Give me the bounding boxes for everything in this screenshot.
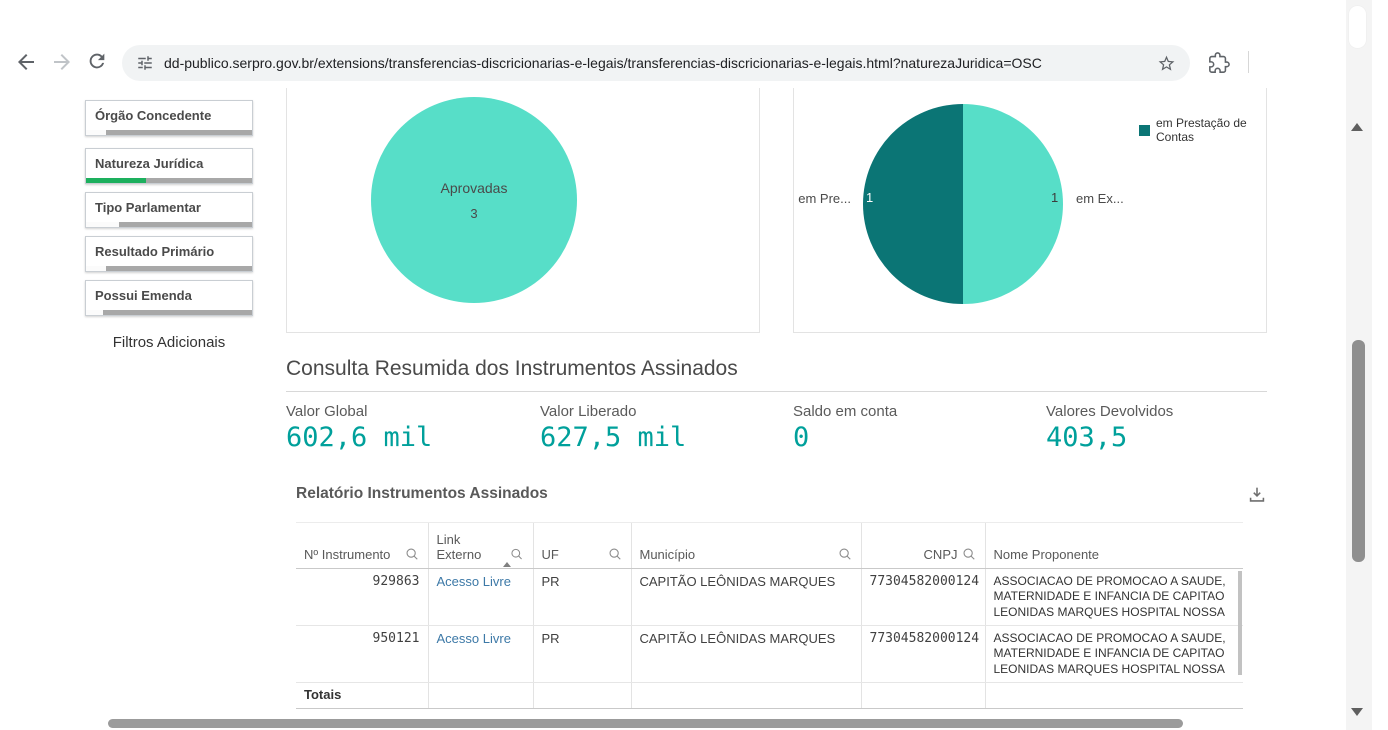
table-row[interactable]: 929863 Acesso Livre PR CAPITÃO LEÔNIDAS … [296,569,1243,626]
pie-slice-label: em Pre... [795,191,851,206]
forward-button[interactable] [50,50,74,74]
cell-link-externo: Acesso Livre [428,569,533,626]
kpi-label-valores-devolvidos: Valores Devolvidos [1046,403,1173,420]
kpi-value-valor-global: 602,6 mil [286,422,432,453]
filter-possui-emenda[interactable]: Possui Emenda [85,280,253,316]
col-header-label: CNPJ [924,547,958,562]
table-header-row: Nº Instrumento Link Externo [296,523,1243,569]
totals-label: Totais [296,683,428,709]
horizontal-scrollbar-thumb[interactable] [108,719,1183,728]
cell-municipio: CAPITÃO LEÔNIDAS MARQUES [631,626,861,683]
pie-chart-aprovadas[interactable] [371,97,577,303]
pie-slice-value: 3 [371,206,577,221]
window-scrollbar-thumb[interactable] [1349,6,1366,48]
legend-label[interactable]: em Prestação de Contas [1156,117,1261,145]
filter-label: Órgão Concedente [86,101,252,123]
cell-cnpj: 77304582000124 [861,626,985,683]
pie-slice-value: 1 [866,190,873,205]
kpi-label-valor-global: Valor Global [286,403,367,420]
cell-instrumento: 929863 [296,569,428,626]
filter-label: Possui Emenda [86,281,252,303]
section-title: Consulta Resumida dos Instrumentos Assin… [286,357,738,381]
cell-municipio: CAPITÃO LEÔNIDAS MARQUES [631,569,861,626]
cell-uf: PR [533,626,631,683]
forward-arrow-icon [50,50,74,74]
table-scrollbar-thumb[interactable] [1238,571,1242,675]
kpi-value-saldo-em-conta: 0 [793,422,809,453]
search-icon[interactable] [838,547,853,562]
col-header-municipio[interactable]: Município [631,523,861,569]
scroll-up-arrow-icon[interactable] [1351,123,1363,131]
filter-orgao-concedente[interactable]: Órgão Concedente [85,100,253,136]
bookmark-star-icon[interactable] [1157,54,1176,73]
selection-state-bar [86,130,252,135]
kpi-value-valor-liberado: 627,5 mil [540,422,686,453]
selection-state-bar [86,310,252,315]
col-header-label: Município [640,547,696,562]
cell-proponente: ASSOCIACAO DE PROMOCAO A SAUDE, MATERNID… [985,626,1243,683]
legend-swatch[interactable] [1139,125,1150,136]
cell-cnpj: 77304582000124 [861,569,985,626]
back-arrow-icon [14,50,38,74]
filter-label: Natureza Jurídica [86,149,252,171]
filter-natureza-juridica[interactable]: Natureza Jurídica [85,148,253,184]
col-header-link-externo[interactable]: Link Externo [428,523,533,569]
table-row[interactable]: 950121 Acesso Livre PR CAPITÃO LEÔNIDAS … [296,626,1243,683]
pie-chart-execucao[interactable] [863,104,1063,304]
toolbar-divider [1248,51,1249,73]
col-header-cnpj[interactable]: CNPJ [861,523,985,569]
selection-state-bar [86,222,252,227]
reload-icon [86,50,108,72]
filter-resultado-primario[interactable]: Resultado Primário [85,236,253,272]
search-icon[interactable] [608,547,623,562]
instruments-table: Nº Instrumento Link Externo [296,522,1243,709]
site-settings-icon[interactable] [136,54,154,72]
pie-slice-label: Aprovadas [371,180,577,196]
col-header-n-instrumento[interactable]: Nº Instrumento [296,523,428,569]
address-bar[interactable]: dd-publico.serpro.gov.br/extensions/tran… [122,45,1190,81]
cell-instrumento: 950121 [296,626,428,683]
pie-slice-label: em Ex... [1076,191,1124,206]
table-title: Relatório Instrumentos Assinados [296,485,548,503]
col-header-label: Link Externo [437,532,489,562]
search-icon[interactable] [510,547,524,562]
section-divider [286,391,1267,392]
pie-slice-value: 1 [1051,190,1058,205]
back-button[interactable] [14,50,38,74]
vertical-scrollbar-thumb[interactable] [1352,340,1365,562]
acesso-livre-link[interactable]: Acesso Livre [437,631,511,646]
col-header-label: Nome Proponente [994,547,1100,562]
url-text: dd-publico.serpro.gov.br/extensions/tran… [164,55,1147,71]
download-icon [1246,484,1268,506]
selection-state-bar [86,266,252,271]
search-icon[interactable] [962,547,977,562]
kpi-label-saldo-em-conta: Saldo em conta [793,403,897,420]
search-icon[interactable] [405,547,420,562]
sort-ascending-icon [503,547,511,567]
extensions-button[interactable] [1208,52,1232,76]
filtros-adicionais-button[interactable]: Filtros Adicionais [85,334,253,351]
totals-row: Totais [296,683,1243,709]
cell-uf: PR [533,569,631,626]
scroll-down-arrow-icon[interactable] [1351,708,1363,716]
puzzle-icon [1208,52,1230,74]
kpi-value-valores-devolvidos: 403,5 [1046,422,1127,453]
reload-button[interactable] [86,50,110,74]
cell-link-externo: Acesso Livre [428,626,533,683]
browser-window: dd-publico.serpro.gov.br/extensions/tran… [0,0,1388,730]
col-header-label: UF [542,547,559,562]
filter-tipo-parlamentar[interactable]: Tipo Parlamentar [85,192,253,228]
selection-state-bar [86,178,252,183]
cell-proponente: ASSOCIACAO DE PROMOCAO A SAUDE, MATERNID… [985,569,1243,626]
filter-label: Tipo Parlamentar [86,193,252,215]
col-header-label: Nº Instrumento [304,547,390,562]
browser-toolbar: dd-publico.serpro.gov.br/extensions/tran… [0,0,1388,88]
col-header-nome-proponente[interactable]: Nome Proponente [985,523,1243,569]
col-header-uf[interactable]: UF [533,523,631,569]
acesso-livre-link[interactable]: Acesso Livre [437,574,511,589]
kpi-label-valor-liberado: Valor Liberado [540,403,636,420]
download-button[interactable] [1246,484,1268,506]
filter-label: Resultado Primário [86,237,252,259]
